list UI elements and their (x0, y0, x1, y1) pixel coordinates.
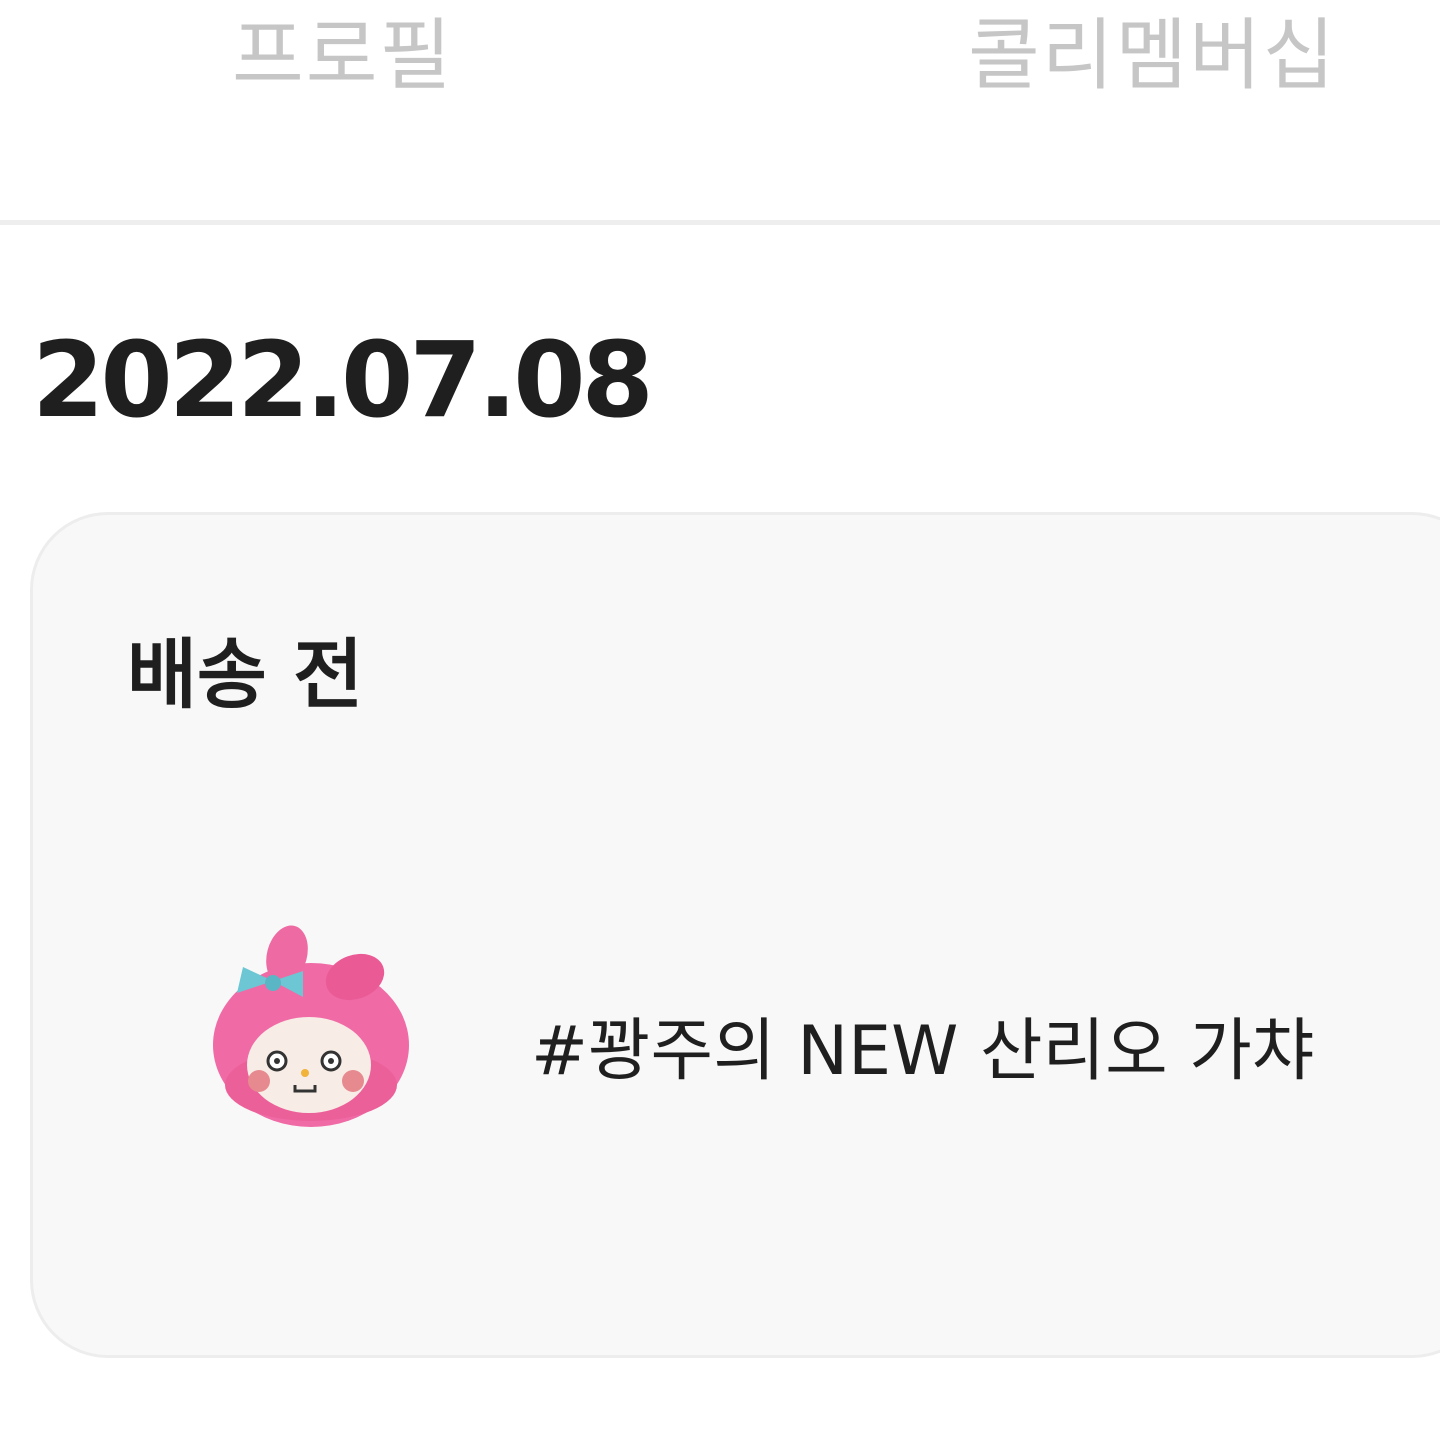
order-card[interactable]: 배송 전 #꽝주의 NEW 산리오 가챠 (30, 512, 1440, 1358)
order-date: 2022.07.08 (32, 319, 654, 441)
product-item[interactable]: #꽝주의 NEW 산리오 가챠 (203, 915, 1403, 1145)
plush-character-image (213, 925, 409, 1127)
tab-membership[interactable]: 콜리멤버십 (968, 8, 1337, 104)
product-name: #꽝주의 NEW 산리오 가챠 (531, 1012, 1315, 1091)
product-thumbnail (203, 915, 423, 1135)
tab-profile[interactable]: 프로필 (232, 8, 453, 104)
order-status: 배송 전 (127, 630, 364, 719)
tab-bar: 프로필 콜리멤버십 (0, 0, 1440, 225)
tab-divider (0, 220, 1440, 225)
order-history-page: 프로필 콜리멤버십 2022.07.08 배송 전 #꽝주의 NEW 산리오 가… (0, 0, 1440, 1440)
